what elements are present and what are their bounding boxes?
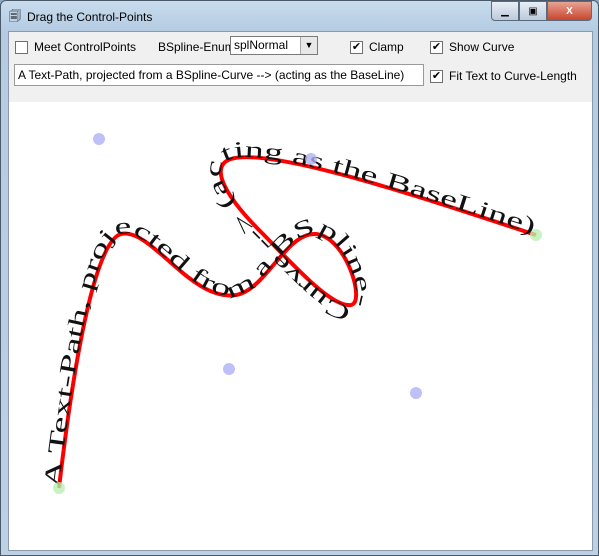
curve-text: A Text-Path, projected from a BSpline-Cu… xyxy=(39,137,539,489)
app-icon: 🗐 xyxy=(9,8,21,23)
fit-text-checkbox[interactable]: ✔ Fit Text to Curve-Length xyxy=(430,69,577,83)
minimize-button[interactable]: ▁ xyxy=(491,1,519,21)
drawing-canvas[interactable]: A Text-Path, projected from a BSpline-Cu… xyxy=(9,102,592,550)
control-point[interactable] xyxy=(410,387,422,399)
title-bar: 🗐 Drag the Control-Points xyxy=(9,7,152,27)
meet-controlpoints-checkbox[interactable]: Meet ControlPoints xyxy=(15,40,136,54)
bspline-enum-value: splNormal xyxy=(234,38,289,52)
close-button[interactable]: X xyxy=(547,1,592,21)
text-path: A Text-Path, projected from a BSpline-Cu… xyxy=(39,137,539,489)
show-curve-checkbox[interactable]: ✔ Show Curve xyxy=(430,40,514,54)
chevron-down-icon[interactable]: ▼ xyxy=(300,37,317,54)
window-title: Drag the Control-Points xyxy=(27,10,153,24)
clamp-checkbox[interactable]: ✔ Clamp xyxy=(350,40,404,54)
clamp-label: Clamp xyxy=(369,40,404,54)
text-input[interactable]: A Text-Path, projected from a BSpline-Cu… xyxy=(14,64,424,86)
window: 🗐 Drag the Control-Points ▁ ▣ X Meet Con… xyxy=(0,0,599,556)
control-point[interactable] xyxy=(305,153,317,165)
curve-svg[interactable]: A Text-Path, projected from a BSpline-Cu… xyxy=(9,102,592,550)
show-curve-label: Show Curve xyxy=(449,40,515,54)
end-point[interactable] xyxy=(530,229,542,241)
meet-controlpoints-label: Meet ControlPoints xyxy=(34,40,137,54)
control-point[interactable] xyxy=(93,133,105,145)
start-point[interactable] xyxy=(53,482,65,494)
bspline-enum-select[interactable]: splNormal ▼ xyxy=(230,36,318,55)
client-area: Meet ControlPoints BSpline-Enum splNorma… xyxy=(8,31,593,551)
control-point[interactable] xyxy=(223,363,235,375)
fit-text-label: Fit Text to Curve-Length xyxy=(449,69,577,83)
checkbox-box xyxy=(15,40,28,54)
check-icon: ✔ xyxy=(430,69,443,83)
check-icon: ✔ xyxy=(350,40,363,54)
bspline-enum-label: BSpline-Enum xyxy=(158,40,235,54)
maximize-button[interactable]: ▣ xyxy=(519,1,547,21)
check-icon: ✔ xyxy=(430,40,443,54)
